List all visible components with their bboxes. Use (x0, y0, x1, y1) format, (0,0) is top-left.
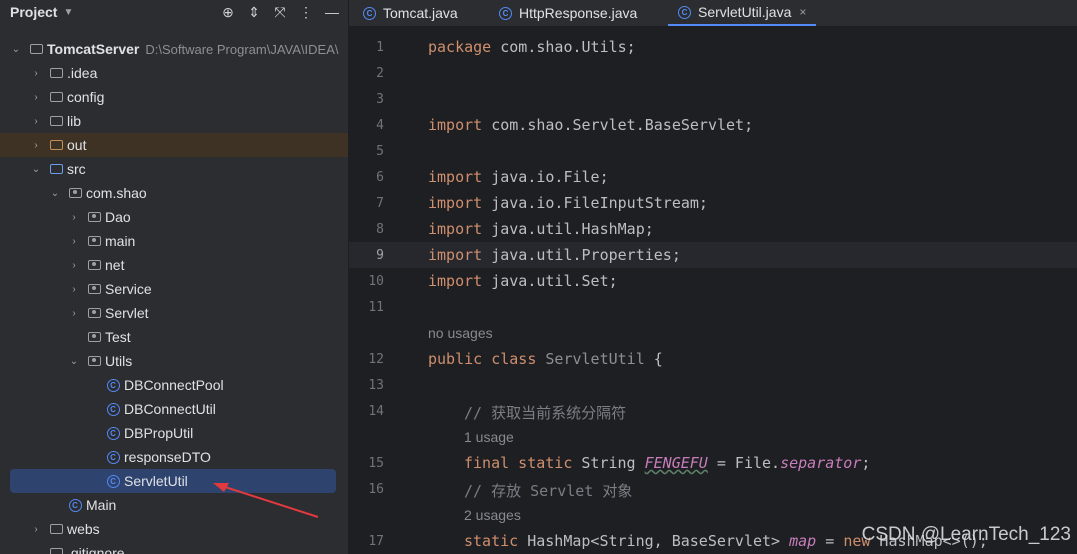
code-text: import java.util.HashMap; (428, 220, 654, 238)
code-text: import java.io.File; (428, 168, 609, 186)
code-line: 2 (349, 60, 1077, 86)
editor-tabs: C Tomcat.java C HttpResponse.java C Serv… (349, 0, 1077, 27)
annotation-arrow (213, 483, 319, 518)
line-number: 8 (376, 221, 384, 237)
line-number: 9 (376, 247, 384, 263)
line-number: 6 (376, 169, 384, 185)
line-number: 15 (368, 455, 384, 471)
code-text: public class ServletUtil { (428, 350, 663, 368)
tab-label: Tomcat.java (383, 5, 458, 21)
code-text: import java.io.FileInputStream; (428, 194, 708, 212)
usage-hint[interactable]: 2 usages (464, 507, 521, 523)
code-text: import java.util.Set; (428, 272, 618, 290)
line-number: 4 (376, 117, 384, 133)
line-number: 7 (376, 195, 384, 211)
code-line: 3 (349, 86, 1077, 112)
code-line: 11 (349, 294, 1077, 320)
line-number: 14 (368, 403, 384, 419)
line-number: 10 (368, 273, 384, 289)
code-line: 16 (349, 476, 1077, 502)
project-panel: Project ▼ ⊕ ⇕ ⤧ ⋮ — ⌄ TomcatServer D:\So… (0, 0, 348, 554)
tab-servletutil[interactable]: C ServletUtil.java × (668, 0, 817, 26)
class-icon: C (678, 5, 691, 19)
line-number: 13 (368, 377, 384, 393)
code-text: package com.shao.Utils; (428, 38, 636, 56)
line-number: 17 (368, 533, 384, 549)
code-comment: // 获取当前系统分隔符 (464, 404, 627, 422)
line-number: 16 (368, 481, 384, 497)
tab-httpresponse[interactable]: C HttpResponse.java (499, 0, 637, 26)
watermark: CSDN @LearnTech_123 (861, 524, 1071, 545)
code-line: 14 (349, 398, 1077, 424)
tab-label: ServletUtil.java (698, 4, 792, 20)
code-line: 13 (349, 372, 1077, 398)
line-number: 1 (376, 39, 384, 55)
class-icon: C (363, 6, 376, 20)
code-line: 5 (349, 138, 1077, 164)
code-text: import java.util.Properties; (428, 246, 681, 264)
tab-tomcat[interactable]: C Tomcat.java (363, 0, 458, 26)
class-icon: C (499, 6, 512, 20)
code-editor[interactable]: 1 2 3 4 5 6 7 8 9 10 11 12 13 14 15 16 1… (349, 27, 1077, 554)
code-text: final static String FENGEFU = File.separ… (464, 454, 871, 472)
usage-hint[interactable]: 1 usage (464, 429, 514, 445)
close-icon[interactable]: × (799, 5, 806, 19)
code-comment: // 存放 Servlet 对象 (464, 482, 633, 500)
line-number: 2 (376, 65, 384, 81)
line-number: 5 (376, 143, 384, 159)
usage-hint[interactable]: no usages (428, 325, 493, 341)
line-number: 12 (368, 351, 384, 367)
line-number: 11 (368, 299, 384, 315)
tab-label: HttpResponse.java (519, 5, 638, 21)
code-text: import com.shao.Servlet.BaseServlet; (428, 116, 754, 134)
line-number: 3 (376, 91, 384, 107)
